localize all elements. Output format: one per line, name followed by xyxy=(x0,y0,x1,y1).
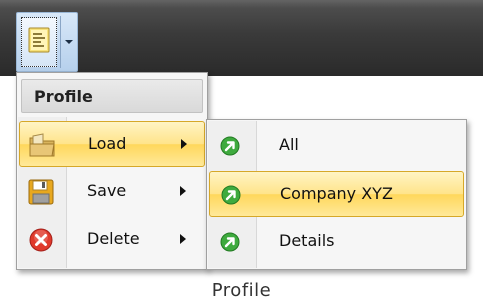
chevron-down-icon xyxy=(64,40,73,44)
submenu-item-details[interactable]: Details xyxy=(209,219,464,265)
profile-button[interactable] xyxy=(21,17,57,67)
submenu-item-label: Company XYZ xyxy=(280,184,393,203)
menu-item-load[interactable]: Load xyxy=(19,121,205,167)
submenu-arrow-icon xyxy=(180,186,186,196)
submenu-item-label: Details xyxy=(279,231,335,250)
submenu-arrow-icon xyxy=(181,139,187,149)
profile-document-icon xyxy=(28,27,50,57)
menu-item-label: Load xyxy=(88,134,127,153)
submenu-item-all[interactable]: All xyxy=(209,123,464,169)
image-caption: Profile xyxy=(211,280,272,301)
menu-header: Profile xyxy=(21,79,203,113)
green-arrow-icon xyxy=(219,231,241,253)
green-arrow-icon xyxy=(219,135,241,157)
submenu-item-company-xyz[interactable]: Company XYZ xyxy=(209,171,464,217)
profile-menu: Profile Load Save Delete xyxy=(16,72,208,270)
submenu-arrow-icon xyxy=(180,234,186,244)
menu-item-label: Delete xyxy=(87,229,140,248)
submenu-item-label: All xyxy=(279,135,299,154)
folder-icon xyxy=(28,131,56,159)
green-arrow-icon xyxy=(220,184,242,206)
load-submenu: All Company XYZ Details xyxy=(206,119,467,270)
floppy-disk-icon xyxy=(27,178,55,206)
dropdown-button[interactable] xyxy=(61,16,76,68)
menu-item-delete[interactable]: Delete xyxy=(19,217,205,263)
menu-item-label: Save xyxy=(87,181,127,200)
profile-split-button[interactable] xyxy=(16,12,78,72)
delete-icon xyxy=(27,226,55,254)
menu-item-save[interactable]: Save xyxy=(19,169,205,215)
